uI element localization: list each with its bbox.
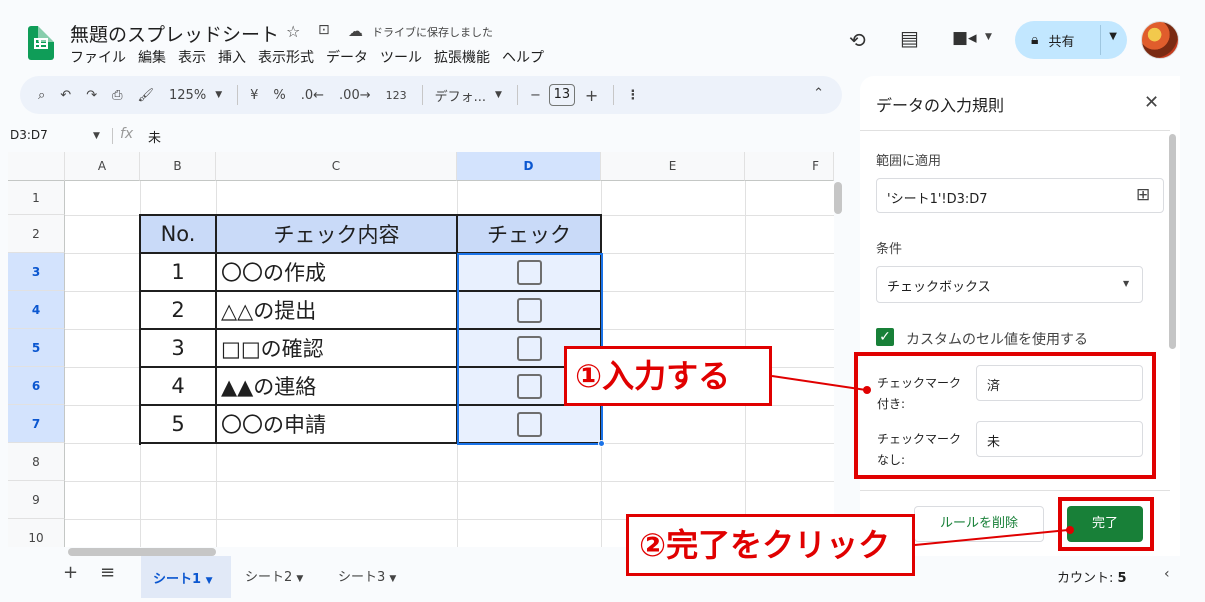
callout-step2: ②完了をクリック [626,514,915,576]
sheets-app: 無題のスプレッドシート ☆ ⊡ ☁ ドライブに保存しました ファイル 編集 表示… [0,0,1205,602]
annotation-arrows [771,375,1069,546]
annotation-dot [1066,526,1074,534]
annotation-dot [863,386,871,394]
arrow-step1 [771,375,867,391]
callout-step1: ①入力する [564,346,772,406]
arrow-step2 [914,529,1069,546]
